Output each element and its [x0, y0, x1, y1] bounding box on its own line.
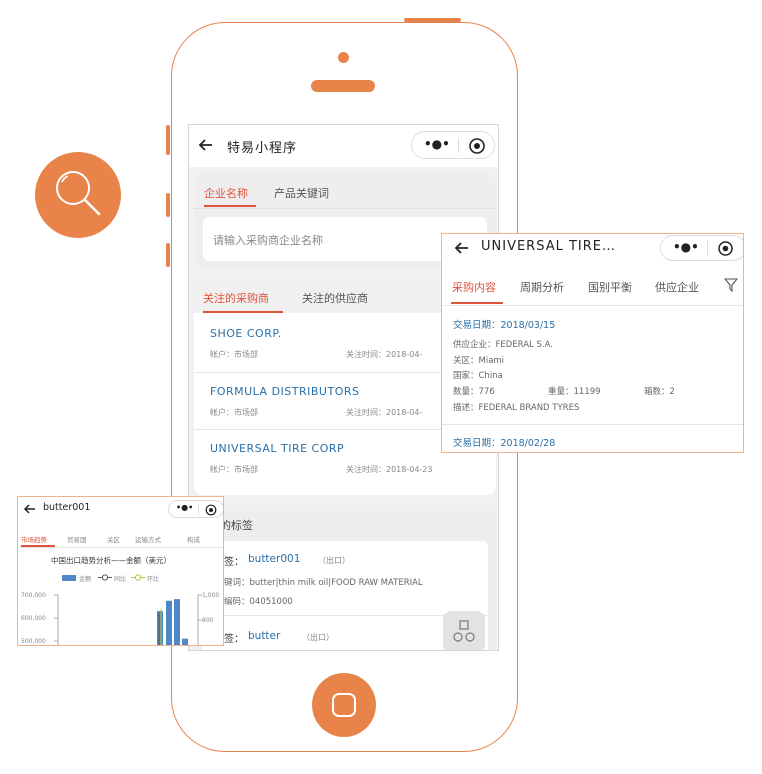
market-trend-popup: butter001 •●• 市场趋势 贸易国 关区 运输方式 构成 中国出口趋势… [17, 496, 224, 646]
customs-port: 关区：Miami [453, 356, 505, 366]
more-icon[interactable]: •●• [424, 137, 450, 151]
close-target-icon[interactable] [468, 137, 486, 155]
tag-name: butter [248, 630, 281, 642]
description: 描述：FEDERAL BRAND TYRES [453, 403, 580, 413]
trend-chart [54, 594, 202, 646]
close-target-icon[interactable] [717, 240, 734, 257]
company-account: 帐户：市场部 [210, 350, 258, 359]
tab-company-name[interactable]: 企业名称 [204, 185, 248, 201]
tags-section-title: 的标签 [220, 519, 253, 532]
tab-country-balance[interactable]: 国别平衡 [588, 279, 632, 295]
company-name: FORMULA DISTRIBUTORS [210, 385, 360, 398]
nav-bar: 特易小程序 •●• [189, 125, 498, 167]
tab-product-keyword[interactable]: 产品关键词 [274, 185, 329, 201]
purchase-detail-popup: UNIVERSAL TIRE… •●• 采购内容 周期分析 国别平衡 供应企业 … [441, 233, 744, 453]
bar[interactable] [157, 611, 163, 646]
list-divider [442, 424, 743, 425]
phone-side-button [166, 125, 170, 155]
search-icon [56, 171, 101, 216]
company-account: 帐户：市场部 [210, 465, 258, 474]
follow-time: 关注时间：2018-04-23 [346, 465, 433, 474]
weight: 重量：11199 [548, 387, 601, 397]
tab-followed-suppliers[interactable]: 关注的供应商 [302, 290, 368, 306]
country: 国家：China [453, 371, 503, 381]
tag-hs-code: 编码：04051000 [224, 597, 293, 607]
record-item[interactable]: 交易日期：2018/03/15 供应企业：FEDERAL S.A. 关区：Mia… [442, 306, 743, 424]
tag-type: （出口） [302, 633, 334, 642]
page-title: 特易小程序 [227, 141, 298, 156]
follow-time: 关注时间：2018-04- [346, 408, 423, 417]
tag-label: 签： [224, 557, 244, 568]
company-name: SHOE CORP. [210, 327, 282, 340]
back-arrow-icon[interactable] [198, 137, 214, 153]
follow-time: 关注时间：2018-04- [346, 350, 423, 359]
search-bubble [35, 152, 121, 238]
phone-side-button [166, 243, 170, 267]
tag-type: （出口） [318, 556, 350, 565]
search-placeholder: 请输入采购商企业名称 [213, 234, 323, 247]
company-name: UNIVERSAL TIRE CORP [210, 442, 345, 455]
tags-card: 的标签 签： butter001 （出口） 键词：butter|thin mil… [194, 505, 496, 650]
tag-keyword: 键词：butter|thin milk oil|FOOD RAW MATERIA… [224, 578, 423, 588]
tag-label: 签： [224, 634, 244, 645]
active-tab-underline [451, 302, 503, 304]
active-tab-underline [204, 205, 256, 207]
phone-speaker [311, 80, 375, 92]
back-arrow-icon[interactable] [454, 240, 470, 256]
mini-program-capsule: •●• [660, 235, 743, 261]
mini-program-capsule: •●• [411, 131, 495, 159]
capsule-divider [707, 241, 708, 255]
tag-name: butter001 [248, 553, 301, 565]
filter-icon[interactable] [724, 278, 738, 292]
bar[interactable] [174, 599, 180, 646]
supplier: 供应企业：FEDERAL S.A. [453, 340, 553, 350]
menu-float-button[interactable] [443, 611, 485, 650]
capsule-divider [458, 138, 459, 153]
trade-date: 交易日期：2018/02/28 [453, 438, 556, 449]
apps-icon [453, 620, 475, 642]
tag-item[interactable]: 签： butter001 （出口） 键词：butter|thin milk oi… [202, 541, 488, 613]
phone-camera [338, 52, 349, 63]
more-icon[interactable]: •●• [673, 240, 699, 254]
tab-suppliers[interactable]: 供应企业 [655, 279, 699, 295]
bar[interactable] [166, 600, 172, 646]
bar[interactable] [182, 638, 188, 646]
tab-divider [194, 208, 496, 209]
company-account: 帐户：市场部 [210, 408, 258, 417]
tab-followed-buyers[interactable]: 关注的采购商 [203, 290, 269, 306]
popup-title: UNIVERSAL TIRE… [481, 239, 616, 254]
boxes: 箱数：2 [644, 387, 675, 397]
active-tab-underline [203, 311, 283, 313]
tab-purchase-content[interactable]: 采购内容 [452, 279, 496, 295]
quantity: 数量：776 [453, 387, 495, 397]
tab-cycle-analysis[interactable]: 周期分析 [520, 279, 564, 295]
home-button-icon [332, 693, 356, 717]
trade-date: 交易日期：2018/03/15 [453, 320, 556, 331]
phone-side-button [166, 193, 170, 217]
